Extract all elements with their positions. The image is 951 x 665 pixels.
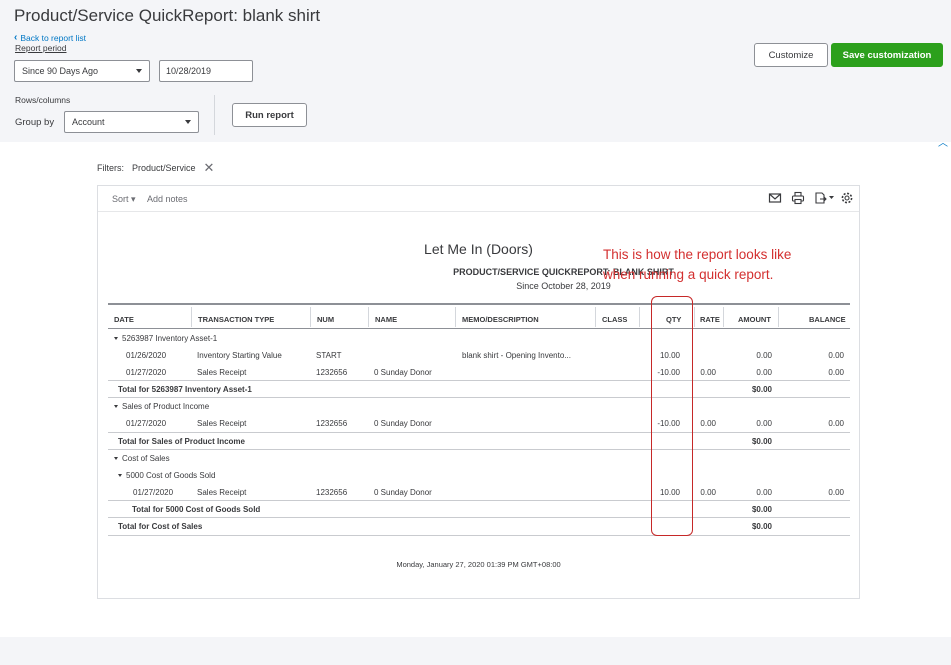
- table-row[interactable]: 01/27/2020 Sales Receipt 1232656 0 Sunda…: [108, 415, 850, 432]
- add-notes-link[interactable]: Add notes: [147, 194, 188, 204]
- gear-icon[interactable]: [840, 191, 856, 207]
- rows-columns-label: Rows/columns: [15, 95, 71, 105]
- filter-chip-label: Product/Service: [132, 163, 196, 173]
- col-balance[interactable]: BALANCE: [809, 315, 846, 324]
- back-to-report-list-link[interactable]: ‹ Back to report list: [14, 32, 86, 43]
- col-date[interactable]: DATE: [114, 315, 134, 324]
- subgroup-row[interactable]: 5000 Cost of Goods Sold: [108, 467, 850, 484]
- table-header: DATE TRANSACTION TYPE NUM NAME MEMO/DESC…: [108, 303, 850, 329]
- group-row[interactable]: Cost of Sales: [108, 450, 850, 467]
- email-icon[interactable]: [768, 191, 784, 207]
- col-memo[interactable]: MEMO/DESCRIPTION: [462, 315, 539, 324]
- date-field[interactable]: 10/28/2019: [159, 60, 253, 82]
- col-name[interactable]: NAME: [375, 315, 397, 324]
- chevron-down-icon: [136, 69, 142, 73]
- total-row[interactable]: Total for Cost of Sales $0.00: [108, 518, 850, 536]
- run-report-button[interactable]: Run report: [232, 103, 307, 127]
- customize-button[interactable]: Customize: [754, 43, 828, 67]
- sort-dropdown[interactable]: Sort ▾: [112, 194, 136, 205]
- qty-highlight-box: [651, 296, 693, 536]
- date-value: 10/28/2019: [166, 66, 212, 76]
- chevron-down-icon: [114, 457, 118, 461]
- group-by-label: Group by: [15, 117, 55, 128]
- table-row[interactable]: 01/27/2020 Sales Receipt 1232656 0 Sunda…: [108, 364, 850, 381]
- chevron-left-icon: ‹: [14, 32, 18, 43]
- col-transaction-type[interactable]: TRANSACTION TYPE: [198, 315, 274, 324]
- chevron-down-icon: [114, 405, 118, 409]
- col-class[interactable]: CLASS: [602, 315, 627, 324]
- back-link-label: Back to report list: [20, 32, 87, 43]
- divider: [214, 95, 215, 135]
- chevron-down-icon: [185, 120, 191, 124]
- print-icon[interactable]: [791, 191, 807, 207]
- close-icon[interactable]: ✕: [204, 161, 215, 174]
- total-row[interactable]: Total for 5000 Cost of Goods Sold $0.00: [108, 500, 850, 518]
- table-row[interactable]: 01/27/2020 Sales Receipt 1232656 0 Sunda…: [108, 484, 850, 501]
- report-footer-timestamp: Monday, January 27, 2020 01:39 PM GMT+08…: [396, 560, 561, 569]
- annotation-note: This is how the report looks like when r…: [603, 247, 792, 282]
- col-amount[interactable]: AMOUNT: [738, 315, 771, 324]
- chevron-down-icon: [114, 337, 118, 341]
- report-toolbar: Sort ▾ Add notes: [98, 186, 859, 212]
- total-row[interactable]: Total for 5263987 Inventory Asset-1 $0.0…: [108, 380, 850, 398]
- col-rate[interactable]: RATE: [700, 315, 720, 324]
- filters-bar: Filters: Product/Service ✕: [97, 161, 215, 174]
- group-row[interactable]: Sales of Product Income: [108, 398, 850, 415]
- report-period-select[interactable]: Since 90 Days Ago: [14, 60, 150, 82]
- col-num[interactable]: NUM: [317, 315, 334, 324]
- collapse-icon[interactable]: ︿: [938, 134, 948, 149]
- report-period-value: Since 90 Days Ago: [22, 66, 99, 76]
- chevron-down-icon: [118, 474, 122, 478]
- group-row[interactable]: 5263987 Inventory Asset-1: [108, 330, 850, 347]
- total-row[interactable]: Total for Sales of Product Income $0.00: [108, 432, 850, 450]
- save-customization-button[interactable]: Save customization: [831, 43, 943, 67]
- group-by-select[interactable]: Account: [64, 111, 199, 133]
- report-period-label: Report period: [15, 43, 67, 53]
- group-by-value: Account: [72, 117, 105, 127]
- export-icon[interactable]: [814, 191, 836, 207]
- filters-label: Filters:: [97, 163, 124, 173]
- page-title: Product/Service QuickReport: blank shirt: [14, 6, 321, 25]
- table-row[interactable]: 01/26/2020 Inventory Starting Value STAR…: [108, 347, 850, 364]
